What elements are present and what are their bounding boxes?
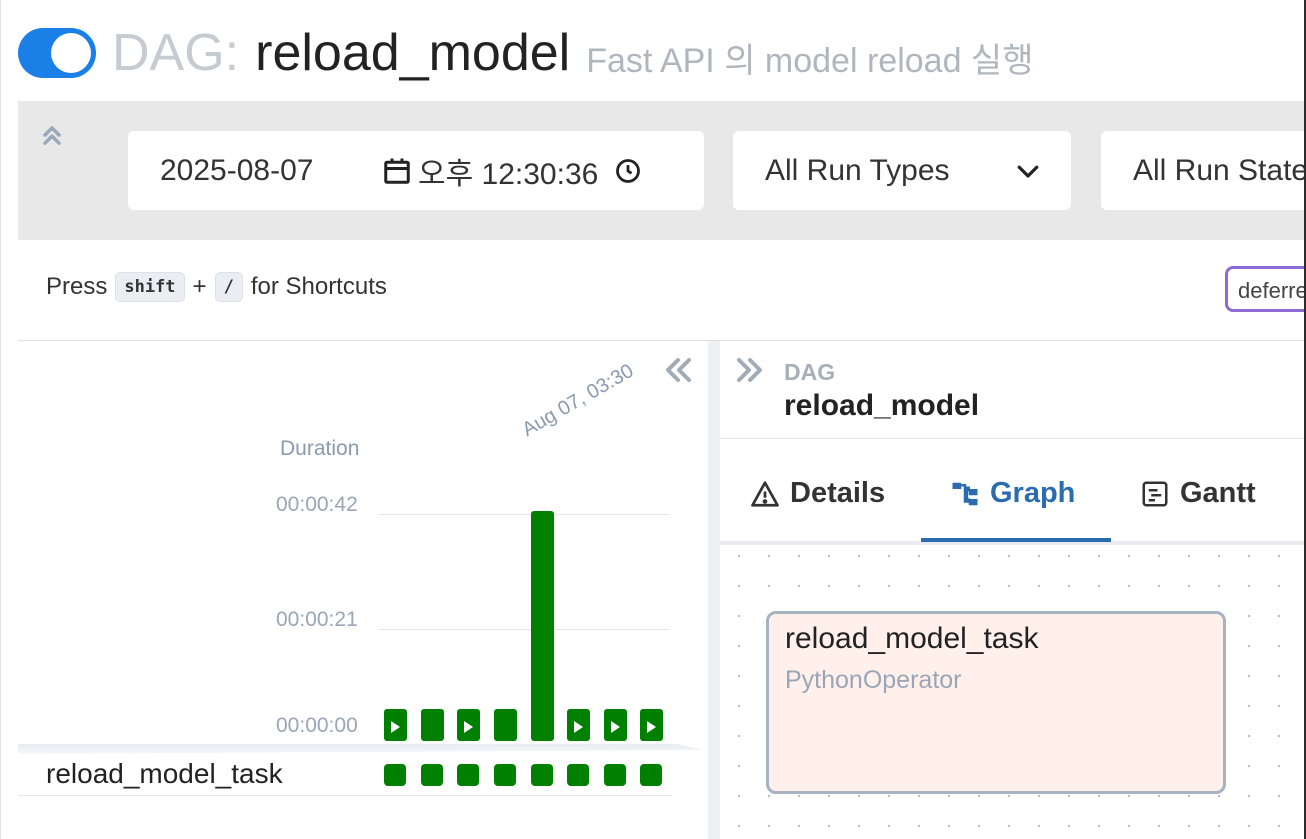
play-icon <box>574 721 583 733</box>
gridline <box>378 514 670 515</box>
dag-title: reload_model <box>255 24 571 82</box>
y-tick-max: 00:00:42 <box>276 493 358 516</box>
slash-key: / <box>214 272 243 302</box>
gridline <box>378 629 670 630</box>
tab-gantt[interactable]: Gantt <box>1140 477 1256 510</box>
tab-gantt-label: Gantt <box>1180 477 1256 509</box>
divider <box>720 438 1306 439</box>
run-duration-bar[interactable] <box>640 709 663 741</box>
deferred-status-badge[interactable]: deferred <box>1225 266 1306 312</box>
dag-prefix: DAG: <box>112 24 240 82</box>
grid-panel: Duration 00:00:42 00:00:21 00:00:00 Aug … <box>18 341 708 839</box>
base-date-picker[interactable]: 2025-08-07 오후 12:30:36 <box>128 131 704 210</box>
play-icon <box>464 721 473 733</box>
run-state-value: All Run States <box>1133 153 1306 187</box>
collapse-grid-icon[interactable] <box>662 355 694 385</box>
shortcuts-suffix: for Shortcuts <box>250 273 387 300</box>
date-value[interactable]: 2025-08-07 <box>160 154 382 188</box>
toggle-knob <box>51 33 91 73</box>
task-instance-status[interactable] <box>421 764 443 786</box>
tab-graph[interactable]: Graph <box>950 477 1075 510</box>
dag-header: DAG: reload_model Fast API 의 model reloa… <box>18 14 1034 92</box>
grid-separator <box>18 744 704 754</box>
breadcrumb-label: DAG <box>784 359 836 385</box>
run-duration-bar[interactable] <box>421 709 444 741</box>
task-instance-status[interactable] <box>640 764 662 786</box>
clock-icon[interactable] <box>614 157 642 185</box>
gantt-icon <box>1142 481 1168 506</box>
tab-details-label: Details <box>790 477 886 509</box>
run-duration-bar[interactable] <box>457 709 480 741</box>
task-instance-status[interactable] <box>494 764 516 786</box>
shortcuts-hint: Press shift + / for Shortcuts <box>46 272 387 302</box>
tab-graph-label: Graph <box>990 477 1076 509</box>
tab-details[interactable]: Details <box>750 477 885 510</box>
task-instance-status[interactable] <box>567 764 589 786</box>
task-row-divider <box>18 795 672 796</box>
task-instance-status[interactable] <box>531 764 553 786</box>
warning-triangle-icon <box>751 480 779 507</box>
run-duration-bar[interactable] <box>494 709 517 741</box>
time-value[interactable]: 오후 12:30:36 <box>418 149 608 193</box>
expand-details-icon[interactable] <box>734 355 766 385</box>
run-duration-bar[interactable] <box>567 709 590 741</box>
duration-axis-label: Duration <box>280 437 360 460</box>
window-left-border <box>0 0 1 839</box>
shift-key: shift <box>115 272 185 302</box>
panel-resizer[interactable] <box>708 341 720 839</box>
dag-description: Fast API 의 model reload 실행 <box>586 41 1034 80</box>
task-instance-status[interactable] <box>384 764 406 786</box>
task-row-label[interactable]: reload_model_task <box>46 758 283 790</box>
filter-bar: 2025-08-07 오후 12:30:36 All Run Types All… <box>18 101 1306 240</box>
task-node-title: reload_model_task <box>785 622 1039 655</box>
run-state-select[interactable]: All Run States <box>1101 131 1306 210</box>
run-type-value: All Run Types <box>765 153 950 187</box>
play-icon <box>391 721 400 733</box>
calendar-icon[interactable] <box>382 156 412 186</box>
task-instance-status[interactable] <box>604 764 626 786</box>
task-instance-status[interactable] <box>457 764 479 786</box>
breadcrumb-dag-name[interactable]: reload_model <box>784 389 979 423</box>
task-node[interactable]: reload_model_task PythonOperator <box>766 611 1226 794</box>
graph-icon <box>952 482 978 505</box>
run-duration-bar[interactable] <box>531 511 554 741</box>
y-tick-mid: 00:00:21 <box>276 608 358 631</box>
detail-panel: DAG reload_model Details Graph Gantt rel… <box>720 341 1306 839</box>
run-type-select[interactable]: All Run Types <box>733 131 1071 210</box>
play-icon <box>611 721 620 733</box>
play-icon <box>647 721 656 733</box>
run-duration-bar[interactable] <box>604 709 627 741</box>
active-tab-indicator <box>921 538 1111 542</box>
run-duration-bar[interactable] <box>384 709 407 741</box>
run-date-label: Aug 07, 03:30 <box>518 359 638 442</box>
chevron-down-icon <box>1017 165 1039 178</box>
shortcuts-press: Press <box>46 273 108 300</box>
shortcuts-plus: + <box>192 273 207 300</box>
task-node-operator: PythonOperator <box>785 666 962 694</box>
y-tick-zero: 00:00:00 <box>276 714 358 737</box>
double-chevron-up-icon[interactable] <box>38 121 66 149</box>
dag-pause-toggle[interactable] <box>18 28 96 78</box>
